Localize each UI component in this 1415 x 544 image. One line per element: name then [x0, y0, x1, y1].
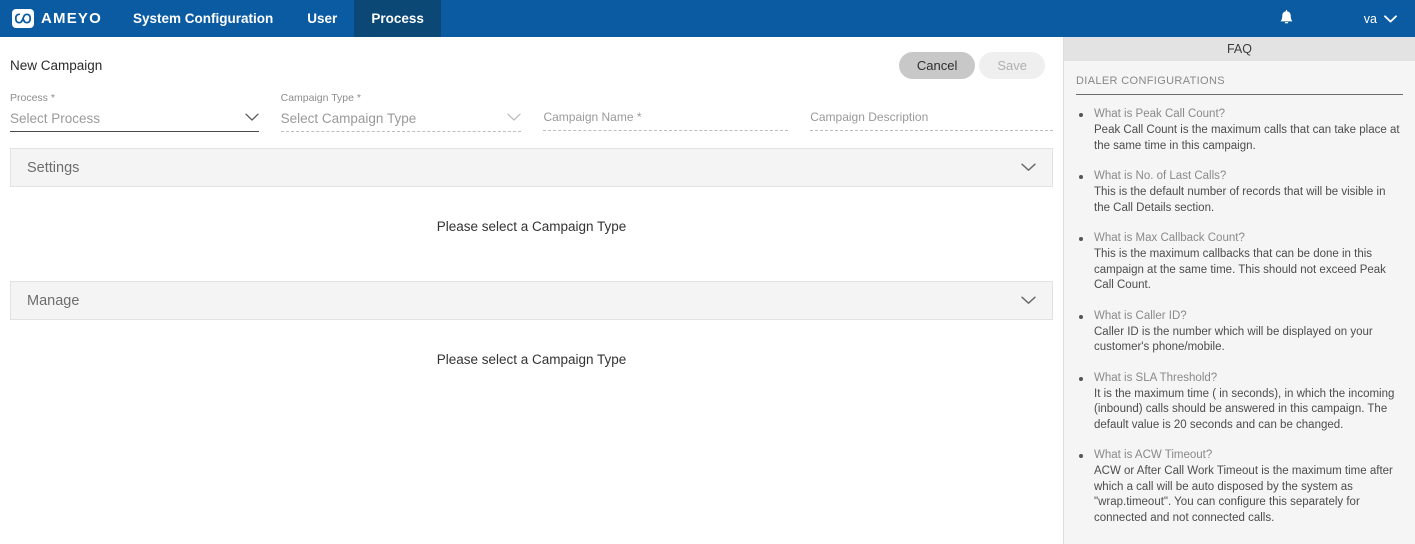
ameyo-infinity-icon — [12, 9, 34, 28]
nav-item-process[interactable]: Process — [354, 0, 441, 37]
panel-body-manage: Please select a Campaign Type — [0, 320, 1063, 398]
campaign-type-label: Campaign Type * — [280, 92, 361, 104]
campaign-name-placeholder: Campaign Name * — [543, 110, 642, 124]
faq-question: What is Caller ID? — [1094, 309, 1187, 322]
field-campaign-name: Campaign Name * — [543, 87, 789, 132]
main-content: New Campaign Cancel Save Process * Selec… — [0, 37, 1063, 544]
field-campaign-description: Campaign Description — [810, 87, 1053, 132]
faq-answer: Peak Call Count is the maximum calls tha… — [1094, 124, 1400, 152]
campaign-type-select[interactable]: Select Campaign Type — [280, 109, 522, 132]
cancel-button[interactable]: Cancel — [898, 52, 976, 79]
faq-item: What is SLA Threshold? It is the maximum… — [1076, 371, 1403, 434]
manage-panel-title: Manage — [27, 292, 80, 309]
bell-icon[interactable] — [1271, 10, 1302, 27]
faq-answer: This is the default number of records th… — [1094, 186, 1386, 214]
campaign-description-input[interactable]: Campaign Description — [810, 109, 1053, 131]
chevron-down-icon[interactable] — [1021, 159, 1036, 177]
faq-answer: It is the maximum time ( in seconds), in… — [1094, 387, 1395, 431]
faq-header: FAQ — [1064, 37, 1415, 61]
chevron-down-icon — [244, 109, 259, 127]
process-value: Select Process — [10, 111, 101, 126]
panel-header-settings[interactable]: Settings — [10, 148, 1053, 187]
faq-body: DIALER CONFIGURATIONS What is Peak Call … — [1064, 61, 1415, 541]
faq-item: What is No. of Last Calls? This is the d… — [1076, 169, 1403, 216]
faq-item: What is Peak Call Count? Peak Call Count… — [1076, 107, 1403, 154]
page-title: New Campaign — [10, 58, 103, 73]
manage-empty-message: Please select a Campaign Type — [436, 351, 627, 367]
form-header: New Campaign Cancel Save — [0, 37, 1063, 81]
faq-list: What is Peak Call Count? Peak Call Count… — [1076, 107, 1403, 526]
faq-answer: This is the maximum callbacks that can b… — [1094, 248, 1386, 291]
brand-name: AMEYO — [41, 10, 103, 27]
chevron-down-icon[interactable] — [1021, 292, 1036, 310]
process-select[interactable]: Select Process — [10, 109, 259, 132]
settings-empty-message: Please select a Campaign Type — [436, 218, 627, 234]
campaign-name-input[interactable]: Campaign Name * — [543, 109, 789, 131]
save-button[interactable]: Save — [979, 52, 1045, 79]
faq-answer: Caller ID is the number which will be di… — [1094, 325, 1373, 354]
faq-item: What is Max Callback Count? This is the … — [1076, 231, 1403, 294]
nav-item-user[interactable]: User — [290, 0, 354, 37]
panel-header-manage[interactable]: Manage — [10, 281, 1053, 320]
chevron-down-icon — [507, 109, 522, 127]
top-navbar: AMEYO System Configuration User Process … — [0, 0, 1415, 37]
faq-section-title: DIALER CONFIGURATIONS — [1076, 75, 1403, 95]
faq-sidebar: FAQ DIALER CONFIGURATIONS What is Peak C… — [1063, 37, 1415, 544]
user-name-label: va — [1363, 11, 1377, 26]
navbar-right-group: va — [1271, 0, 1415, 37]
faq-answer: ACW or After Call Work Timeout is the ma… — [1094, 465, 1393, 524]
faq-question: What is SLA Threshold? — [1094, 371, 1218, 384]
brand-logo[interactable]: AMEYO — [0, 0, 116, 37]
process-label: Process * — [10, 92, 55, 104]
campaign-description-placeholder: Campaign Description — [810, 110, 929, 124]
field-campaign-type: Campaign Type * Select Campaign Type — [280, 87, 522, 132]
settings-panel-title: Settings — [27, 159, 80, 176]
page-body: New Campaign Cancel Save Process * Selec… — [0, 37, 1415, 544]
faq-question: What is Max Callback Count? — [1094, 232, 1245, 244]
chevron-down-icon — [1384, 12, 1397, 26]
campaign-type-value: Select Campaign Type — [280, 111, 417, 126]
faq-question: What is Peak Call Count? — [1094, 108, 1226, 120]
faq-item: What is Caller ID? Caller ID is the numb… — [1076, 309, 1403, 356]
faq-item: What is ACW Timeout? ACW or After Call W… — [1076, 448, 1403, 526]
faq-question: What is No. of Last Calls? — [1094, 170, 1227, 182]
header-actions: Cancel Save — [898, 52, 1045, 79]
field-process: Process * Select Process — [10, 87, 259, 132]
form-fields-row: Process * Select Process Campaign Type *… — [0, 81, 1063, 132]
nav-item-system-configuration[interactable]: System Configuration — [116, 0, 290, 37]
user-menu[interactable]: va — [1354, 12, 1415, 26]
panel-body-settings: Please select a Campaign Type — [0, 187, 1063, 265]
faq-question: What is ACW Timeout? — [1094, 449, 1213, 461]
